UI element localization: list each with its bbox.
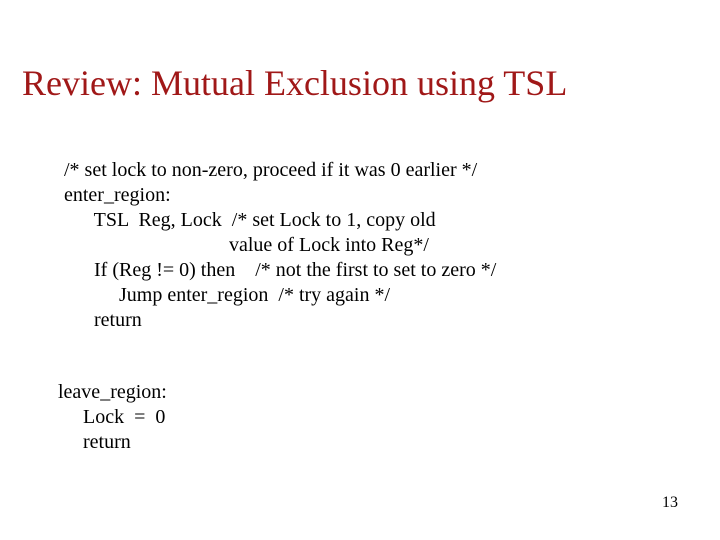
slide: Review: Mutual Exclusion using TSL /* se… [0,0,720,540]
code-line: value of Lock into Reg*/ [64,233,496,258]
code-line: /* set lock to non-zero, proceed if it w… [64,158,496,183]
code-line: leave_region: [58,380,167,405]
code-line: return [58,430,167,455]
slide-title: Review: Mutual Exclusion using TSL [22,62,567,104]
code-line: Lock = 0 [58,405,167,430]
code-line: Jump enter_region /* try again */ [64,283,496,308]
code-line: If (Reg != 0) then /* not the first to s… [64,258,496,283]
enter-region-code: /* set lock to non-zero, proceed if it w… [64,158,496,333]
code-line: TSL Reg, Lock /* set Lock to 1, copy old [64,208,496,233]
leave-region-code: leave_region: Lock = 0 return [58,380,167,455]
code-line: enter_region: [64,183,496,208]
code-line: return [64,308,496,333]
page-number: 13 [662,494,678,512]
